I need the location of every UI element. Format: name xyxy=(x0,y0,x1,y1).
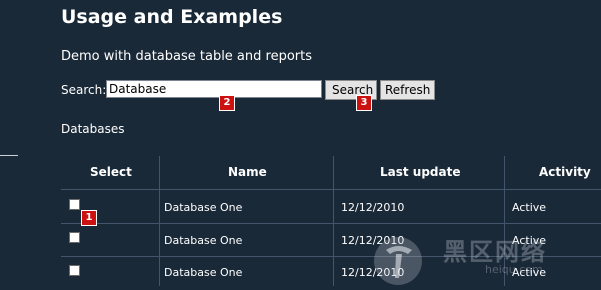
search-input[interactable] xyxy=(106,80,322,98)
row-name: Database One xyxy=(164,266,243,279)
refresh-button[interactable]: Refresh xyxy=(380,80,435,100)
row-last-update: 12/12/2010 xyxy=(341,201,405,214)
marker-badge-2: 2 xyxy=(219,95,235,111)
watermark-subtext: heiqu.com xyxy=(485,263,543,276)
column-header-last-update[interactable]: Last update xyxy=(380,165,461,179)
watermark-logo xyxy=(368,232,426,286)
marker-badge-3: 3 xyxy=(356,95,372,111)
marker-badge-1: 1 xyxy=(81,210,97,226)
page: Usage and Examples Demo with database ta… xyxy=(0,0,601,286)
page-title: Usage and Examples xyxy=(61,6,283,28)
watermark-text: 黑区网络 xyxy=(443,238,547,266)
left-divider xyxy=(0,155,18,156)
row-select-checkbox[interactable] xyxy=(69,232,80,243)
column-divider xyxy=(333,156,334,286)
watermark-logo-icon xyxy=(374,237,422,285)
row-activity: Active xyxy=(512,201,547,214)
column-header-activity[interactable]: Activity xyxy=(539,165,591,179)
row-divider xyxy=(61,223,601,224)
row-select-checkbox[interactable] xyxy=(69,265,80,276)
column-header-name[interactable]: Name xyxy=(228,165,267,179)
column-header-select[interactable]: Select xyxy=(90,165,132,179)
row-name: Database One xyxy=(164,201,243,214)
row-select-checkbox[interactable] xyxy=(69,199,80,210)
page-subtitle: Demo with database table and reports xyxy=(61,49,312,64)
row-name: Database One xyxy=(164,234,243,247)
section-label: Databases xyxy=(61,122,125,136)
column-divider xyxy=(159,156,160,286)
search-label: Search: xyxy=(61,83,107,97)
row-divider xyxy=(61,189,601,190)
